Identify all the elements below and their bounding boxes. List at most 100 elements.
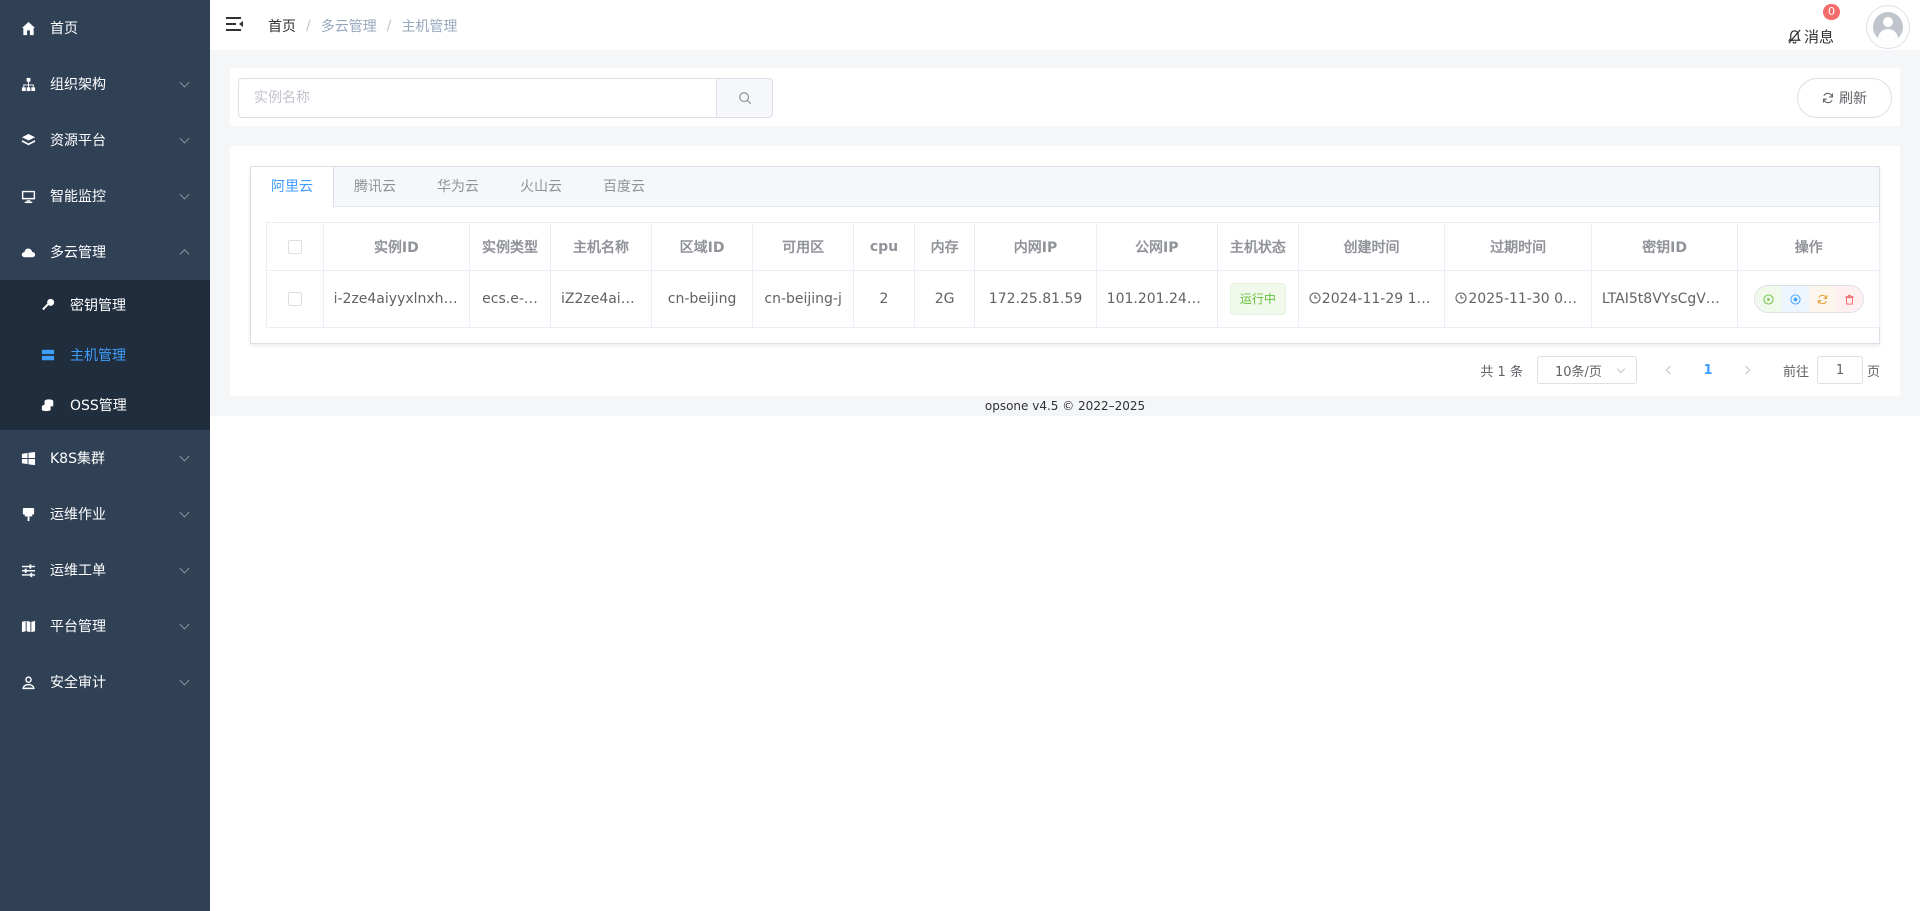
search-button[interactable] [716,78,773,118]
sidebar-item-label: 密钥管理 [70,298,126,314]
sidebar-item-home[interactable]: 首页 [0,0,210,56]
page-number[interactable]: 1 [1693,363,1723,378]
pagination: 共 1 条 10条/页 1 前往 页 [1480,356,1880,384]
chevron-down-icon [179,133,190,144]
sidebar-item-k8s[interactable]: K8S集群 [0,430,210,486]
breadcrumb-multicloud: 多云管理 [320,19,377,35]
status-badge: 运行中 [1229,283,1286,315]
cell-memory: 2G [913,270,976,328]
sidebar-item-audit[interactable]: 安全审计 [0,654,210,710]
column-header: 密钥ID [1590,222,1739,271]
sidebar-item-label: 资源平台 [50,133,106,149]
restart-button[interactable] [1808,286,1836,312]
sidebar-item-tickets[interactable]: 运维工单 [0,542,210,598]
table-header-row: 实例ID 实例类型 主机名称 区域ID 可用区 cpu 内存 内网IP 公网IP… [266,222,1880,271]
breadcrumb-separator: / [386,18,392,34]
column-header: 主机状态 [1216,222,1299,271]
clock-icon [1455,292,1467,304]
sidebar-item-label: 运维作业 [50,507,106,523]
breadcrumb-home[interactable]: 首页 [268,16,296,36]
sidebar-item-org[interactable]: 组织架构 [0,56,210,112]
tab-volcano[interactable]: 火山云 [500,167,583,207]
tab-huawei[interactable]: 华为云 [417,167,500,207]
cell-instance-id: i-2ze4aiyyxlnxhb… [322,270,471,328]
sidebar-item-resources[interactable]: 资源平台 [0,112,210,168]
cell-created: 2024-11-29 11:… [1297,270,1446,328]
goto-page-input[interactable] [1816,356,1863,384]
sidebar-item-label: K8S集群 [50,451,105,467]
server-icon [40,347,56,363]
menu-toggle-icon[interactable] [226,16,244,32]
messages-label: 消息 [1803,28,1834,46]
chevron-down-icon [179,619,190,630]
cell-instance-type: ecs.e-… [469,270,551,328]
sidebar-item-monitor[interactable]: 智能监控 [0,168,210,224]
breadcrumb-separator: / [306,18,311,34]
cell-zone: cn-beijing-j [752,270,855,328]
chevron-down-icon [179,507,190,518]
sidebar-item-ops-jobs[interactable]: 运维作业 [0,486,210,542]
sidebar-item-hosts[interactable]: 主机管理 [0,330,210,380]
goto-label: 前往 [1782,364,1809,380]
trash-icon [1845,294,1854,305]
cell-actions [1737,270,1880,328]
column-header: 区域ID [651,222,754,271]
tab-aliyun[interactable]: 阿里云 [251,167,334,208]
coins-icon [40,397,56,413]
sidebar-item-platform[interactable]: 平台管理 [0,598,210,654]
layers-icon [20,132,36,148]
windows-icon [20,450,36,466]
home-icon [20,20,36,36]
sidebar-item-oss[interactable]: OSS管理 [0,380,210,430]
bell-off-icon [1788,29,1801,44]
chevron-up-icon [179,249,190,260]
column-header: 操作 [1737,222,1880,271]
cell-region-id: cn-beijing [651,270,754,328]
sidebar-item-label: 平台管理 [50,619,106,635]
cell-private-ip: 172.25.81.59 [974,270,1097,328]
action-buttons [1753,285,1864,313]
page-size-value: 10条/页 [1554,364,1602,380]
chevron-down-icon [179,77,190,88]
cell-cpu: 2 [853,270,915,328]
page-size-select[interactable]: 10条/页 [1536,356,1637,384]
avatar[interactable] [1866,5,1910,49]
next-page-button[interactable] [1731,356,1761,384]
refresh-label: 刷新 [1839,91,1867,107]
refresh-icon [1822,92,1834,104]
delete-button[interactable] [1835,286,1863,312]
start-button[interactable] [1754,286,1782,312]
sidebar-item-multicloud[interactable]: 多云管理 [0,224,210,280]
select-all-checkbox[interactable] [287,239,302,254]
breadcrumb: 首页 / 多云管理 / 主机管理 [268,16,457,36]
pagination-total: 共 1 条 [1480,364,1523,380]
monitor-icon [20,188,36,204]
row-checkbox[interactable] [287,292,302,306]
key-icon [40,297,56,313]
prev-page-button[interactable] [1655,356,1685,384]
sidebar-item-label: 安全审计 [50,675,106,691]
clock-icon [1309,292,1321,304]
main-content: 刷新 阿里云 腾讯云 华为云 火山云 百度云 实例ID 实例类型 [210,50,1920,416]
chevron-right-icon [1741,365,1751,375]
chevron-down-icon [179,675,190,686]
instance-name-search-input[interactable] [238,78,717,118]
top-header: 首页 / 多云管理 / 主机管理 消息 0 [210,0,1920,50]
refresh-button[interactable]: 刷新 [1797,78,1892,118]
messages-button[interactable]: 消息 [1787,26,1834,47]
tab-tencent[interactable]: 腾讯云 [334,167,417,207]
chevron-down-icon [179,451,190,462]
sidebar-item-label: 主机管理 [70,348,126,364]
column-header: 公网IP [1095,222,1218,271]
sidebar-item-label: 智能监控 [50,189,106,205]
sidebar-item-keys[interactable]: 密钥管理 [0,280,210,330]
sidebar: 首页 组织架构 资源平台 智能监控 多云管理 密钥管理 主机管理 OSS管理 K… [0,0,210,911]
hosts-card: 阿里云 腾讯云 华为云 火山云 百度云 实例ID 实例类型 主机名称 区域ID [230,146,1900,396]
chevron-left-icon [1665,365,1675,375]
stop-button[interactable] [1781,286,1809,312]
tab-baidu[interactable]: 百度云 [583,167,666,207]
cell-expires: 2025-11-30 00:… [1444,270,1592,328]
hosts-table: 实例ID 实例类型 主机名称 区域ID 可用区 cpu 内存 内网IP 公网IP… [266,222,1880,328]
stop-icon [1790,293,1801,305]
cell-hostname: iZ2ze4aiy… [549,270,653,328]
